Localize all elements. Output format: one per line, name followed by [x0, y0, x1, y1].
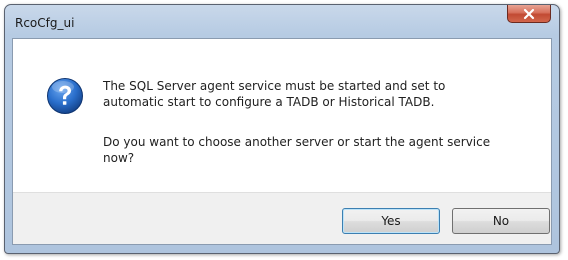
close-button[interactable]: [507, 5, 551, 23]
title-bar[interactable]: RcoCfg_ui: [5, 5, 559, 39]
button-bar: Yes No: [13, 192, 551, 244]
question-icon: [47, 78, 83, 114]
dialog-window: RcoCfg_ui The SQL Server agent service m…: [4, 4, 560, 254]
close-icon: [523, 8, 535, 19]
dialog-body: The SQL Server agent service must be sta…: [12, 38, 552, 245]
yes-button[interactable]: Yes: [342, 208, 440, 234]
window-title: RcoCfg_ui: [15, 16, 75, 30]
message-text: The SQL Server agent service must be sta…: [103, 79, 446, 109]
no-button[interactable]: No: [452, 208, 550, 234]
message-area: The SQL Server agent service must be sta…: [13, 39, 551, 192]
message-question: Do you want to choose another server or …: [103, 135, 491, 165]
